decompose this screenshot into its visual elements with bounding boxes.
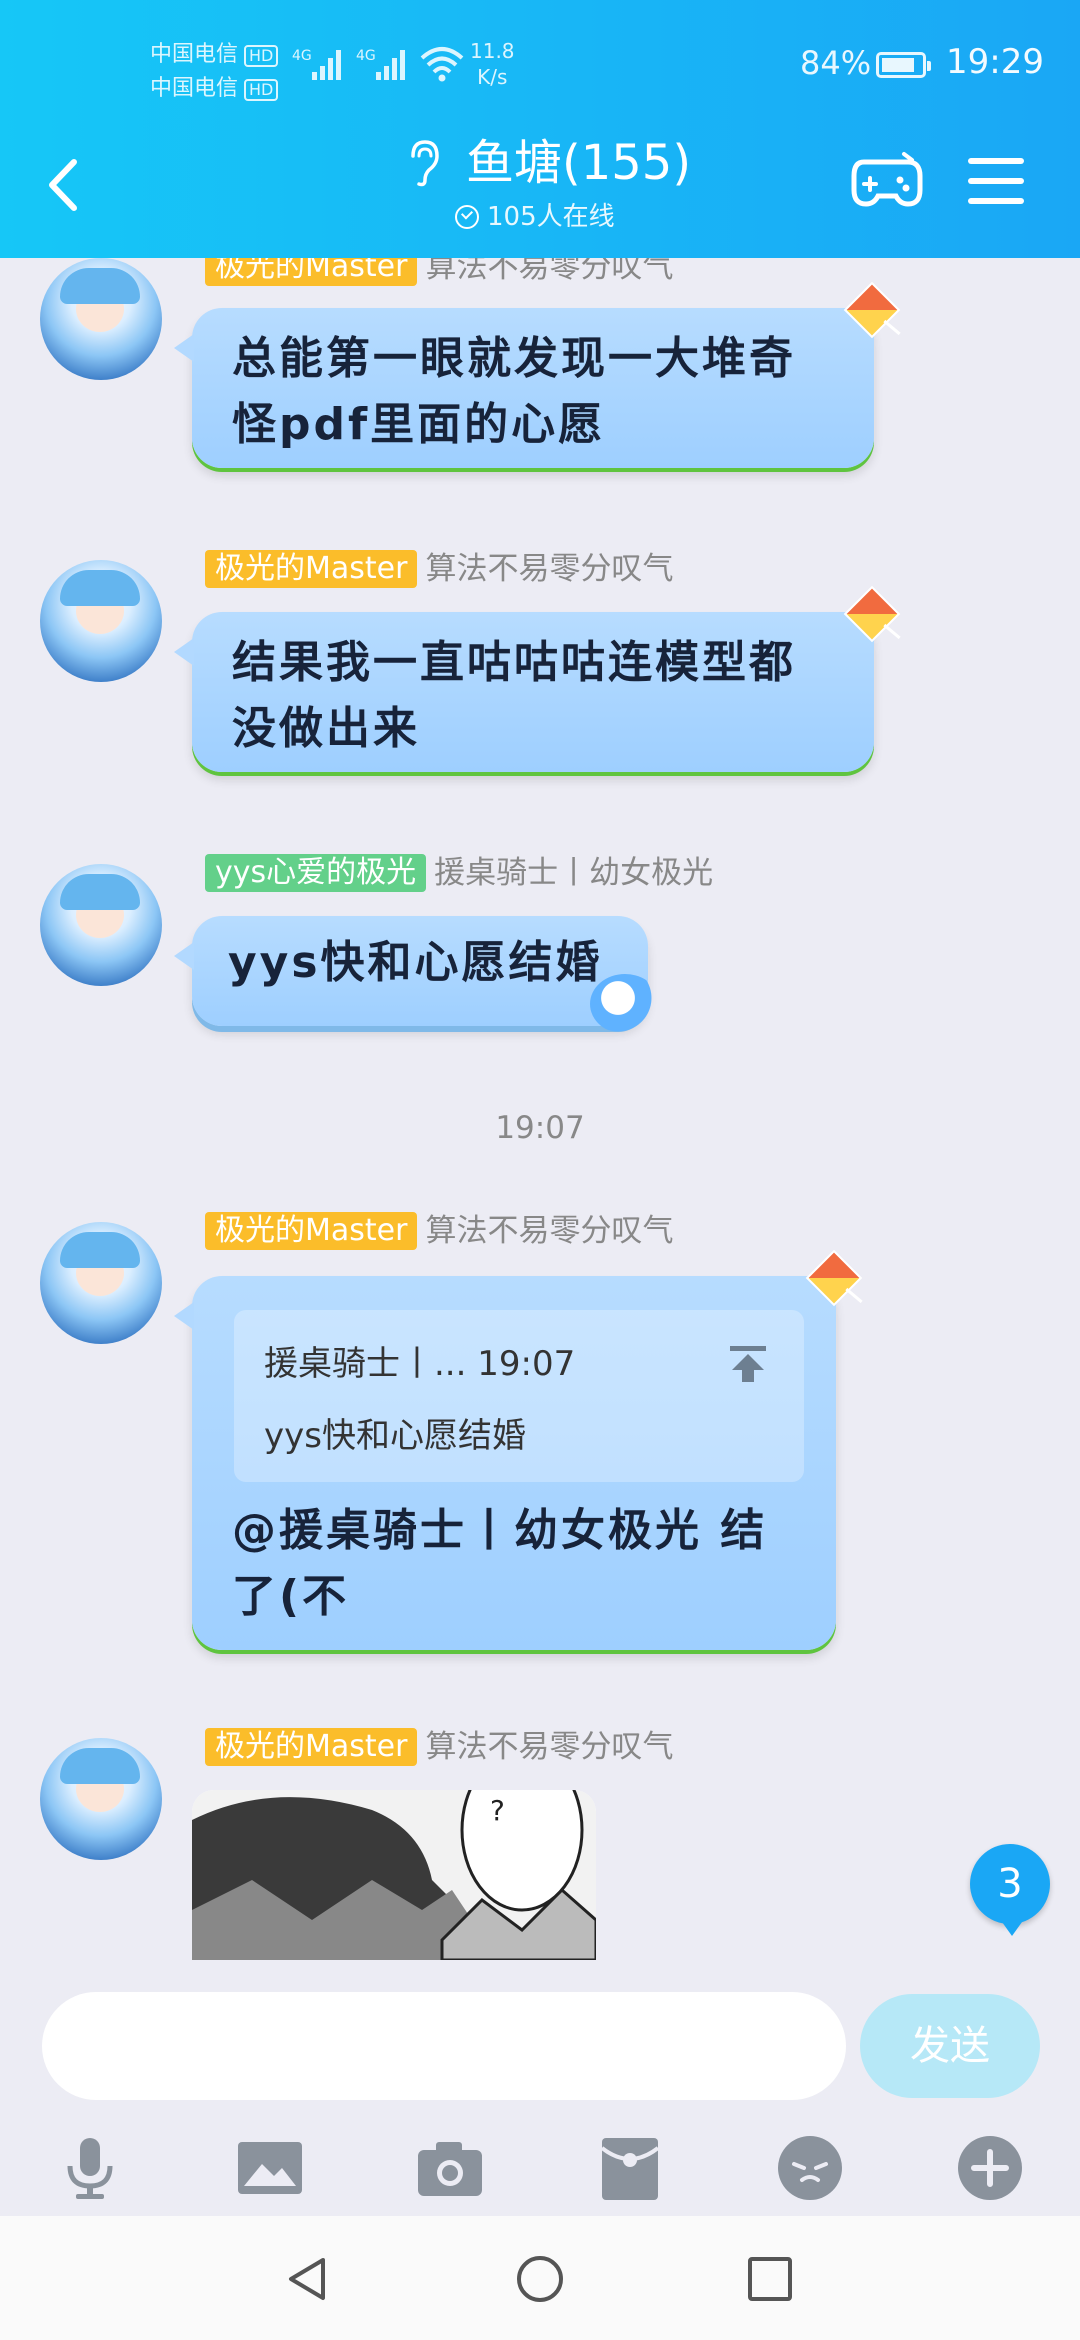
member-title-badge: 极光的Master	[205, 1212, 418, 1250]
message-text-line-2: 怪pdf里面的心愿	[232, 399, 606, 450]
ear-icon[interactable]	[405, 138, 441, 188]
status-time: 19:29	[946, 42, 1044, 82]
sender-nickname[interactable]: 算法不易零分叹气	[425, 1212, 673, 1250]
battery-percent: 84%	[800, 44, 872, 82]
signal-strength-icon-2: 4G	[356, 48, 405, 80]
input-toolbar	[0, 2118, 1080, 2218]
message-input[interactable]	[42, 1992, 846, 2100]
net-speed-unit: K/s	[477, 65, 508, 89]
carrier-name-2: 中国电信	[150, 76, 239, 101]
kite-decoration-icon	[843, 585, 901, 646]
input-bar: 发送	[0, 1964, 1080, 2100]
member-title-badge: 极光的Master	[205, 258, 418, 286]
network-type-2: 4G	[356, 48, 376, 64]
wave-decoration-icon	[590, 974, 660, 1034]
back-icon[interactable]	[40, 150, 90, 220]
battery-icon	[876, 52, 931, 78]
avatar[interactable]	[40, 258, 162, 380]
signal-strength-icon-1: 4G	[292, 48, 341, 80]
avatar[interactable]	[40, 1738, 162, 1860]
system-nav-bar	[0, 2216, 1080, 2340]
plus-icon[interactable]	[952, 2130, 1028, 2206]
sender-info: 极光的Master 算法不易零分叹气	[205, 1212, 673, 1250]
gamepad-icon[interactable]	[850, 150, 924, 210]
emoji-icon[interactable]	[772, 2130, 848, 2206]
quote-body: yys快和心愿结婚	[264, 1416, 526, 1456]
member-title-badge: 极光的Master	[205, 550, 418, 588]
sender-nickname[interactable]: 算法不易零分叹气	[425, 1728, 673, 1766]
quote-header: 援桌骑士丨... 19:07	[264, 1344, 576, 1384]
member-title-badge: yys心爱的极光	[205, 854, 427, 892]
quoted-message[interactable]: 援桌骑士丨... 19:07 yys快和心愿结婚	[234, 1310, 804, 1482]
message-bubble[interactable]: 总能第一眼就发现一大堆奇 怪pdf里面的心愿	[174, 281, 901, 468]
message-text-line-1: 结果我一直咕咕咕连模型都	[232, 637, 796, 688]
message-list[interactable]: 极光的Master 算法不易零分叹气 总能第一眼就发现一大堆奇 怪pdf里面的心愿 …	[0, 258, 1080, 1964]
sender-info: yys心爱的极光 援桌骑士丨幼女极光	[205, 854, 713, 892]
message-text-line-2: 没做出来	[232, 703, 420, 754]
recents-square-icon[interactable]	[745, 2254, 795, 2304]
sender-info: 极光的Master 算法不易零分叹气	[205, 258, 673, 286]
carrier-name-1: 中国电信	[150, 42, 239, 67]
back-triangle-icon[interactable]	[283, 2254, 333, 2304]
unread-count-badge[interactable]: 3	[970, 1844, 1050, 1936]
message-text-line-1: @援桌骑士丨幼女极光 结	[232, 1505, 768, 1556]
wifi-icon	[420, 47, 464, 82]
avatar[interactable]	[40, 1222, 162, 1344]
hd-badge-1: HD	[244, 45, 279, 67]
avatar[interactable]	[40, 560, 162, 682]
avatar[interactable]	[40, 864, 162, 986]
send-button[interactable]: 发送	[860, 1994, 1040, 2098]
status-bar: 中国电信 HD 中国电信 HD 4G 4G 11.8 K/s 84% 19:29	[0, 0, 1080, 128]
message-bubble[interactable]: yys快和心愿结婚	[174, 916, 660, 1034]
sender-info: 极光的Master 算法不易零分叹气	[205, 550, 673, 588]
sender-info: 极光的Master 算法不易零分叹气	[205, 1728, 673, 1766]
sender-nickname[interactable]: 算法不易零分叹气	[425, 550, 673, 588]
manga-image: ?	[192, 1790, 596, 1960]
menu-icon[interactable]	[968, 158, 1024, 208]
red-packet-icon[interactable]	[592, 2130, 668, 2206]
chat-timestamp: 19:07	[495, 1110, 585, 1146]
message-bubble[interactable]: 结果我一直咕咕咕连模型都 没做出来	[174, 585, 901, 772]
group-title[interactable]: 鱼塘(155)	[466, 130, 691, 196]
message-bubble[interactable]: 援桌骑士丨... 19:07 yys快和心愿结婚 @援桌骑士丨幼女极光 结了(不	[174, 1249, 863, 1650]
kite-decoration-icon	[805, 1249, 863, 1310]
network-type-1: 4G	[292, 48, 312, 64]
jump-to-original-icon[interactable]	[728, 1344, 768, 1384]
net-speed-value: 11.8	[470, 39, 515, 63]
chat-header: 中国电信 HD 中国电信 HD 4G 4G 11.8 K/s 84% 19:29…	[0, 0, 1080, 258]
camera-icon[interactable]	[412, 2130, 488, 2206]
online-count[interactable]: 105人在线	[455, 196, 615, 233]
sender-nickname[interactable]: 算法不易零分叹气	[425, 258, 673, 286]
online-count-label: 105人在线	[487, 202, 615, 232]
battery-fill	[882, 58, 914, 72]
microphone-icon[interactable]	[52, 2130, 128, 2206]
hd-badge-2: HD	[244, 79, 279, 101]
image-icon[interactable]	[232, 2130, 308, 2206]
image-question-mark: ?	[490, 1794, 505, 1827]
member-title-badge: 极光的Master	[205, 1728, 418, 1766]
message-text-line-1: 总能第一眼就发现一大堆奇	[232, 333, 796, 384]
message-text-line-1: yys快和心愿结婚	[228, 937, 603, 988]
home-circle-icon[interactable]	[515, 2254, 565, 2304]
sender-nickname[interactable]: 援桌骑士丨幼女极光	[434, 854, 713, 892]
image-message[interactable]: ?	[192, 1790, 596, 1960]
online-check-icon	[455, 205, 479, 229]
carrier-info: 中国电信 HD 中国电信 HD	[150, 38, 279, 106]
message-text-line-2: 了(不	[232, 1571, 350, 1622]
kite-decoration-icon	[843, 281, 901, 342]
net-speed: 11.8 K/s	[470, 38, 515, 90]
